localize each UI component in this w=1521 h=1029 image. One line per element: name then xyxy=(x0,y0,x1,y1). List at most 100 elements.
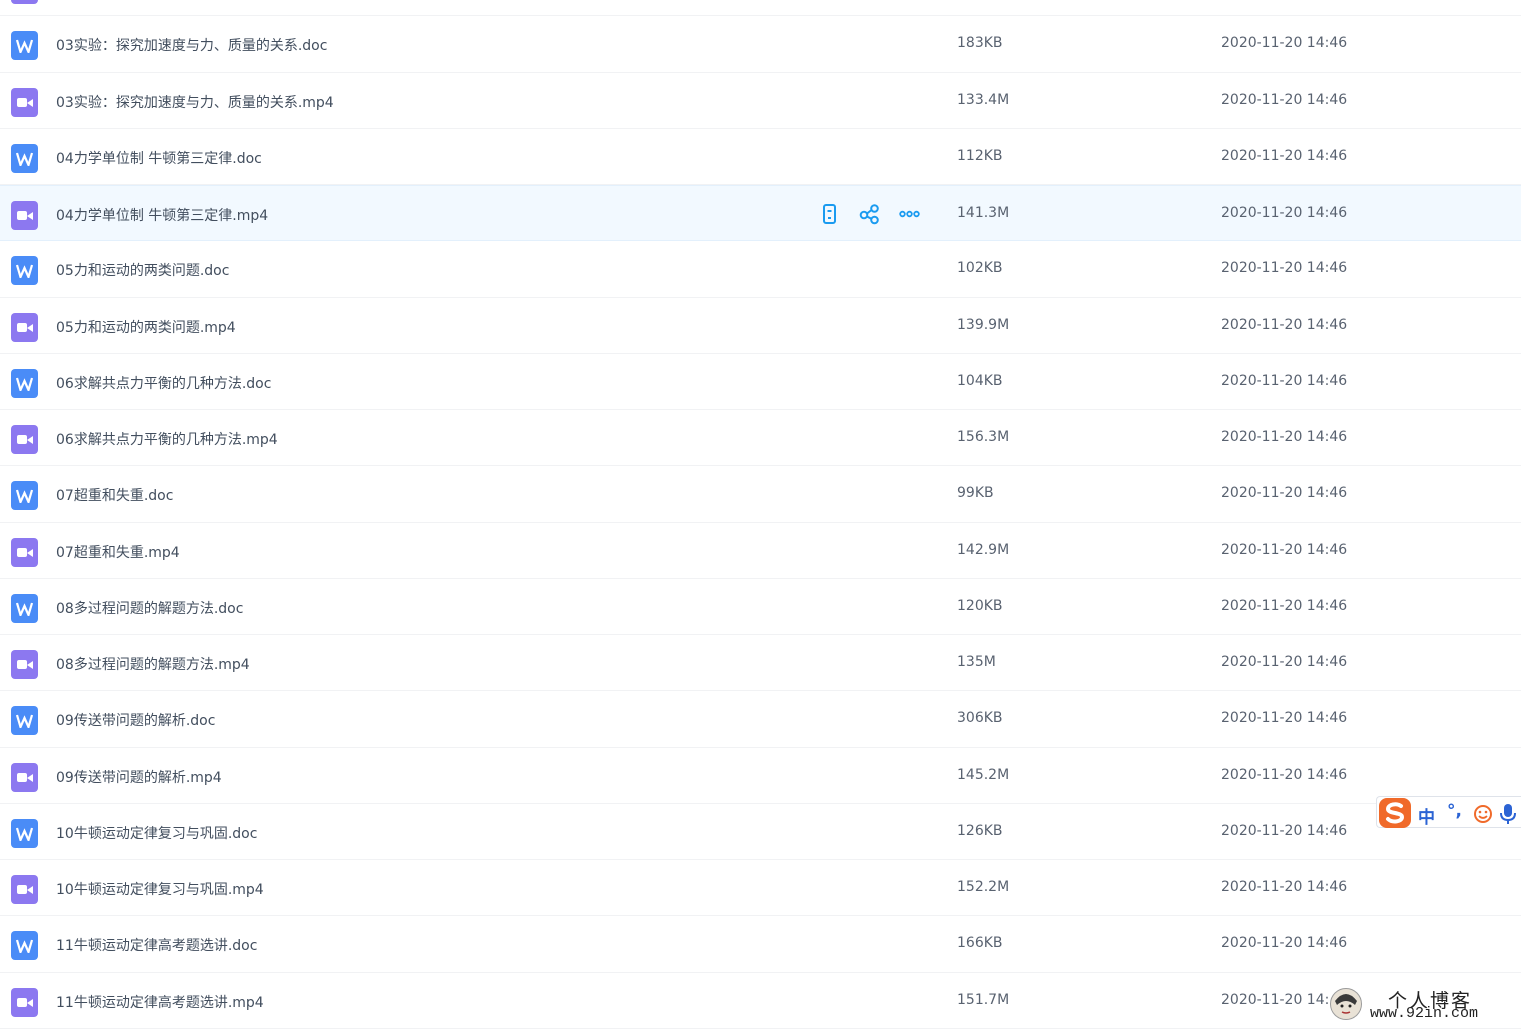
file-row[interactable]: 10牛顿运动定律复习与巩固.doc 126KB 2020-11-20 14:46 xyxy=(0,804,1521,860)
file-row[interactable]: 06求解共点力平衡的几种方法.mp4 156.3M 2020-11-20 14:46 xyxy=(0,410,1521,467)
more-icon[interactable] xyxy=(898,202,922,226)
file-size: 104KB xyxy=(957,372,1003,389)
word-doc-icon xyxy=(11,481,38,511)
file-name[interactable]: 09传送带问题的解析.doc xyxy=(56,710,215,730)
file-row[interactable]: 10牛顿运动定律复习与巩固.mp4 152.2M 2020-11-20 14:46 xyxy=(0,860,1521,917)
file-row[interactable]: 07超重和失重.doc 99KB 2020-11-20 14:46 xyxy=(0,466,1521,523)
file-name[interactable]: 08多过程问题的解题方法.doc xyxy=(56,598,243,618)
file-name[interactable]: 11牛顿运动定律高考题选讲.mp4 xyxy=(56,992,264,1012)
file-name[interactable]: 09传送带问题的解析.mp4 xyxy=(56,767,222,787)
microphone-icon[interactable] xyxy=(1500,803,1516,825)
sogou-logo-icon[interactable] xyxy=(1377,796,1413,830)
word-doc-icon xyxy=(11,818,38,848)
file-date: 2020-11-20 14: xyxy=(1221,991,1330,1008)
blog-watermark: 个人博客 www.92in.com xyxy=(1330,986,1521,1026)
file-row[interactable]: 11牛顿运动定律高考题选讲.doc 166KB 2020-11-20 14:46 xyxy=(0,916,1521,973)
file-date: 2020-11-20 14:46 xyxy=(1221,260,1348,277)
file-date: 2020-11-20 14:46 xyxy=(1221,597,1348,614)
file-name[interactable]: 07超重和失重.doc xyxy=(56,485,173,505)
file-name[interactable]: 04力学单位制 牛顿第三定律.mp4 xyxy=(56,205,268,225)
file-row[interactable]: 08多过程问题的解题方法.mp4 135M 2020-11-20 14:46 xyxy=(0,635,1521,692)
file-row[interactable]: 07超重和失重.mp4 142.9M 2020-11-20 14:46 xyxy=(0,523,1521,579)
file-row[interactable]: 03实验：探究加速度与力、质量的关系.mp4 133.4M 2020-11-20 1… xyxy=(0,73,1521,129)
word-doc-icon xyxy=(11,368,38,398)
file-size: 141.3M xyxy=(957,205,1010,221)
file-name[interactable]: 10牛顿运动定律复习与巩固.doc xyxy=(56,823,257,843)
file-date: 2020-11-20 14:46 xyxy=(1221,372,1348,389)
file-size: 152.2M xyxy=(957,879,1010,895)
file-size: 306KB xyxy=(957,710,1003,727)
file-date: 2020-11-20 14:46 xyxy=(1221,766,1348,783)
file-size: 145.2M xyxy=(957,766,1010,783)
video-file-icon xyxy=(11,0,38,4)
file-size: 166KB xyxy=(957,935,1003,952)
file-name[interactable]: 08多过程问题的解题方法.mp4 xyxy=(56,654,250,674)
file-name[interactable]: 03实验：探究加速度与力、质量的关系.doc xyxy=(56,35,327,55)
file-row[interactable]: 05力和运动的两类问题.mp4 139.9M 2020-11-20 14:46 xyxy=(0,298,1521,354)
ime-punctuation-label[interactable]: °, xyxy=(1447,801,1462,821)
file-row[interactable]: 11牛顿运动定律高考题选讲.mp4 151.7M 2020-11-20 14: xyxy=(0,973,1521,1029)
word-doc-icon xyxy=(11,593,38,623)
emoji-icon[interactable] xyxy=(1473,804,1493,824)
video-file-icon xyxy=(11,537,38,567)
file-date: 2020-11-20 14:46 xyxy=(1221,710,1348,727)
share-icon[interactable] xyxy=(858,202,882,226)
file-name[interactable]: 04力学单位制 牛顿第三定律.doc xyxy=(56,148,262,168)
file-date: 2020-11-20 14:46 xyxy=(1221,91,1348,108)
file-name[interactable]: 06求解共点力平衡的几种方法.doc xyxy=(56,373,271,393)
file-row[interactable]: 04力学单位制 牛顿第三定律.doc 112KB 2020-11-20 14:46 xyxy=(0,129,1521,185)
video-file-icon xyxy=(11,425,38,454)
file-name[interactable]: 11牛顿运动定律高考题选讲.doc xyxy=(56,935,257,955)
file-size: 139.9M xyxy=(957,316,1010,333)
video-file-icon xyxy=(11,875,38,904)
file-size: 183KB xyxy=(957,35,1003,52)
file-row[interactable]: 09传送带问题的解析.doc 306KB 2020-11-20 14:46 xyxy=(0,691,1521,748)
phone-icon[interactable] xyxy=(818,202,842,226)
file-date: 2020-11-20 14:46 xyxy=(1221,205,1348,221)
video-file-icon xyxy=(11,201,38,230)
file-row[interactable]: 04力学单位制 牛顿第三定律.mp4 141.3M 2020-11-20 14:46 xyxy=(0,185,1521,242)
file-name[interactable]: 03实验：探究加速度与力、质量的关系.mp4 xyxy=(56,92,334,112)
word-doc-icon xyxy=(11,143,38,173)
file-date: 2020-11-20 14:46 xyxy=(1221,935,1348,952)
file-date: 2020-11-20 14:46 xyxy=(1221,485,1348,502)
file-size: 135M xyxy=(957,654,996,670)
file-name[interactable]: 10牛顿运动定律复习与巩固.mp4 xyxy=(56,879,264,899)
file-name[interactable]: 07超重和失重.mp4 xyxy=(56,542,180,562)
file-size: 99KB xyxy=(957,485,994,502)
avatar-icon xyxy=(1330,988,1362,1020)
file-date: 2020-11-20 14:46 xyxy=(1221,35,1348,52)
file-size: 126KB xyxy=(957,822,1003,839)
file-date: 2020-11-20 14:46 xyxy=(1221,541,1348,558)
file-name[interactable]: 05力和运动的两类问题.doc xyxy=(56,260,229,280)
video-file-icon xyxy=(11,987,38,1017)
file-row[interactable]: 09传送带问题的解析.mp4 145.2M 2020-11-20 14:46 xyxy=(0,748,1521,804)
file-date: 2020-11-20 14:46 xyxy=(1221,147,1348,164)
ime-mode-label[interactable]: 中 xyxy=(1418,803,1435,828)
file-date: 2020-11-20 14:46 xyxy=(1221,879,1348,895)
file-size: 142.9M xyxy=(957,541,1010,558)
file-size: 102KB xyxy=(957,260,1003,277)
file-row[interactable] xyxy=(0,0,1521,17)
word-doc-icon xyxy=(11,31,38,61)
word-doc-icon xyxy=(11,256,38,286)
video-file-icon xyxy=(11,650,38,679)
file-size: 112KB xyxy=(957,147,1003,164)
file-row[interactable]: 03实验：探究加速度与力、质量的关系.doc 183KB 2020-11-20 14… xyxy=(0,16,1521,73)
ime-toolbar[interactable]: 中 °, xyxy=(1376,796,1521,828)
file-date: 2020-11-20 14:46 xyxy=(1221,316,1348,333)
file-date: 2020-11-20 14:46 xyxy=(1221,429,1348,445)
file-size: 151.7M xyxy=(957,991,1010,1008)
file-row[interactable]: 05力和运动的两类问题.doc 102KB 2020-11-20 14:46 xyxy=(0,241,1521,298)
video-file-icon xyxy=(11,312,38,342)
file-name[interactable]: 06求解共点力平衡的几种方法.mp4 xyxy=(56,429,278,449)
file-row[interactable]: 06求解共点力平衡的几种方法.doc 104KB 2020-11-20 14:46 xyxy=(0,354,1521,410)
file-name[interactable]: 05力和运动的两类问题.mp4 xyxy=(56,317,236,337)
video-file-icon xyxy=(11,762,38,792)
file-size: 120KB xyxy=(957,597,1003,614)
file-list: 03实验：探究加速度与力、质量的关系.doc 183KB 2020-11-20 14… xyxy=(0,0,1521,1029)
video-file-icon xyxy=(11,87,38,117)
word-doc-icon xyxy=(11,931,38,961)
file-row[interactable]: 08多过程问题的解题方法.doc 120KB 2020-11-20 14:46 xyxy=(0,579,1521,635)
file-date: 2020-11-20 14:46 xyxy=(1221,654,1348,670)
